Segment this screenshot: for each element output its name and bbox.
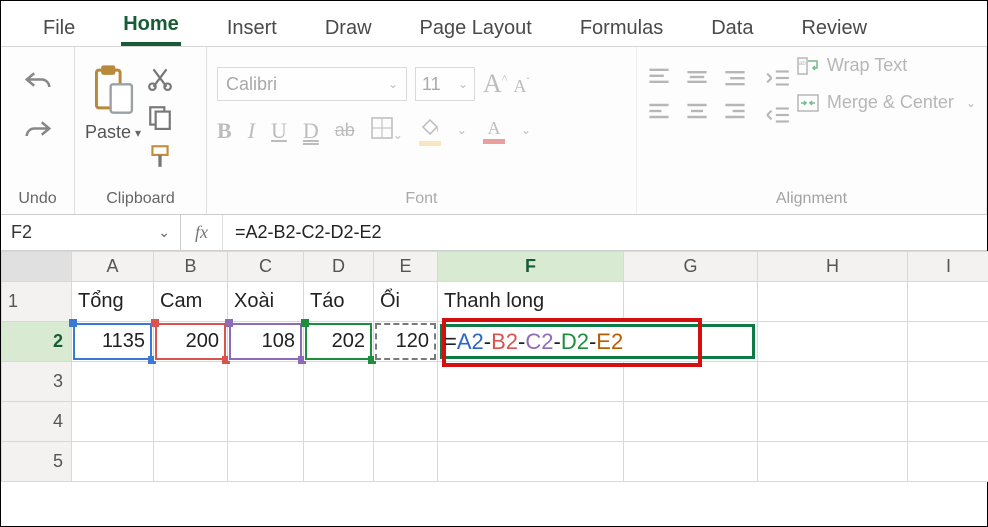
ribbon-tabs: File Home Insert Draw Page Layout Formul… [1, 1, 987, 47]
col-D[interactable]: D [304, 252, 374, 282]
tab-review[interactable]: Review [799, 11, 869, 46]
rowhdr-3[interactable]: 3 [2, 362, 72, 402]
align-middle-button[interactable] [685, 67, 713, 93]
tab-data[interactable]: Data [709, 11, 755, 46]
cell-H2[interactable] [758, 322, 908, 362]
cell-I2[interactable] [908, 322, 988, 362]
chevron-down-icon: ⌄ [388, 77, 398, 91]
col-E[interactable]: E [374, 252, 438, 282]
name-box[interactable]: F2 ⌄ [1, 215, 181, 250]
redo-button[interactable] [23, 118, 53, 149]
tab-home[interactable]: Home [121, 7, 181, 46]
group-label-alignment: Alignment [647, 188, 976, 210]
column-headers: A B C D E F G H I [2, 252, 988, 282]
cell-F1[interactable]: Thanh long [438, 282, 624, 322]
align-right-button[interactable] [723, 101, 751, 127]
cell-D2[interactable]: 202 [304, 322, 374, 362]
cell-D1[interactable]: Táo [304, 282, 374, 322]
grow-shrink-font[interactable]: A^Aˇ [483, 69, 530, 99]
borders-button[interactable]: ⌄ [371, 117, 403, 145]
chevron-down-icon: ⌄ [458, 77, 468, 91]
chevron-down-icon: ⌄ [966, 96, 976, 110]
chevron-down-icon: ⌄ [158, 224, 170, 241]
font-size-select[interactable]: 11⌄ [415, 67, 475, 101]
col-B[interactable]: B [154, 252, 228, 282]
cell-C2[interactable]: 108 [228, 322, 304, 362]
group-label-clipboard: Clipboard [85, 188, 196, 210]
cell-H1[interactable] [758, 282, 908, 322]
merge-center-button[interactable]: Merge & Center⌄ [797, 92, 976, 113]
row-3: 3 [2, 362, 988, 402]
fill-color-button[interactable] [419, 115, 441, 146]
cell-A2[interactable]: 1135 [72, 322, 154, 362]
align-left-button[interactable] [647, 101, 675, 127]
formula-input[interactable]: =A2-B2-C2-D2-E2 [223, 222, 382, 243]
rowhdr-4[interactable]: 4 [2, 402, 72, 442]
cell-A1[interactable]: Tổng [72, 282, 154, 322]
worksheet[interactable]: A B C D E F G H I 1 Tổng Cam Xoài Táo Ổi… [1, 251, 987, 482]
rowhdr-2[interactable]: 2 [2, 322, 72, 362]
strikethrough-button[interactable]: ab [335, 120, 355, 141]
row-2: 2 1135 200 108 202 120 =A2-B2-C2-D2-E2 [2, 322, 988, 362]
fx-button[interactable]: fx [181, 215, 223, 250]
copy-button[interactable] [147, 104, 173, 135]
cell-G1[interactable] [624, 282, 758, 322]
row-4: 4 [2, 402, 988, 442]
italic-button[interactable]: I [248, 118, 255, 144]
font-name-select[interactable]: Calibri⌄ [217, 67, 407, 101]
double-underline-button[interactable]: D [303, 118, 319, 144]
cell-E2[interactable]: 120 [374, 322, 438, 362]
underline-button[interactable]: U [271, 118, 287, 144]
col-I[interactable]: I [908, 252, 988, 282]
align-center-button[interactable] [685, 101, 713, 127]
paste-label: Paste [85, 122, 131, 143]
align-top-button[interactable] [647, 67, 675, 93]
chevron-down-icon: ▾ [135, 126, 141, 140]
undo-button[interactable] [23, 69, 53, 100]
cell-I1[interactable] [908, 282, 988, 322]
paste-icon [89, 63, 137, 120]
bold-button[interactable]: B [217, 118, 232, 144]
tab-formulas[interactable]: Formulas [578, 11, 665, 46]
row-5: 5 [2, 442, 988, 482]
group-label-font: Font [217, 188, 626, 210]
rowhdr-1[interactable]: 1 [2, 282, 72, 322]
tab-insert[interactable]: Insert [225, 11, 279, 46]
svg-text:ab: ab [799, 61, 806, 67]
select-all[interactable] [2, 252, 72, 282]
tab-file[interactable]: File [41, 11, 77, 46]
col-G[interactable]: G [624, 252, 758, 282]
format-painter-button[interactable] [147, 143, 173, 174]
group-label-undo: Undo [11, 188, 64, 210]
col-F[interactable]: F [438, 252, 624, 282]
decrease-indent-button[interactable] [765, 67, 791, 94]
cell-E1[interactable]: Ổi [374, 282, 438, 322]
tab-draw[interactable]: Draw [323, 11, 374, 46]
cell-F2-editing[interactable]: =A2-B2-C2-D2-E2 [438, 322, 758, 362]
formula-bar: F2 ⌄ fx =A2-B2-C2-D2-E2 [1, 215, 987, 251]
cell-B2[interactable]: 200 [154, 322, 228, 362]
cell-B1[interactable]: Cam [154, 282, 228, 322]
col-C[interactable]: C [228, 252, 304, 282]
tab-page-layout[interactable]: Page Layout [418, 11, 534, 46]
rowhdr-5[interactable]: 5 [2, 442, 72, 482]
increase-indent-button[interactable] [765, 104, 791, 131]
col-A[interactable]: A [72, 252, 154, 282]
wrap-text-button[interactable]: ab Wrap Text [797, 55, 976, 76]
paste-button[interactable]: Paste ▾ [85, 63, 141, 143]
font-color-button[interactable]: A [483, 118, 505, 144]
ribbon: Undo Paste ▾ Clipboard Calibri⌄ 11⌄ A^Aˇ [1, 47, 987, 215]
col-H[interactable]: H [758, 252, 908, 282]
cut-button[interactable] [147, 65, 173, 96]
row-1: 1 Tổng Cam Xoài Táo Ổi Thanh long [2, 282, 988, 322]
align-bottom-button[interactable] [723, 67, 751, 93]
cell-C1[interactable]: Xoài [228, 282, 304, 322]
